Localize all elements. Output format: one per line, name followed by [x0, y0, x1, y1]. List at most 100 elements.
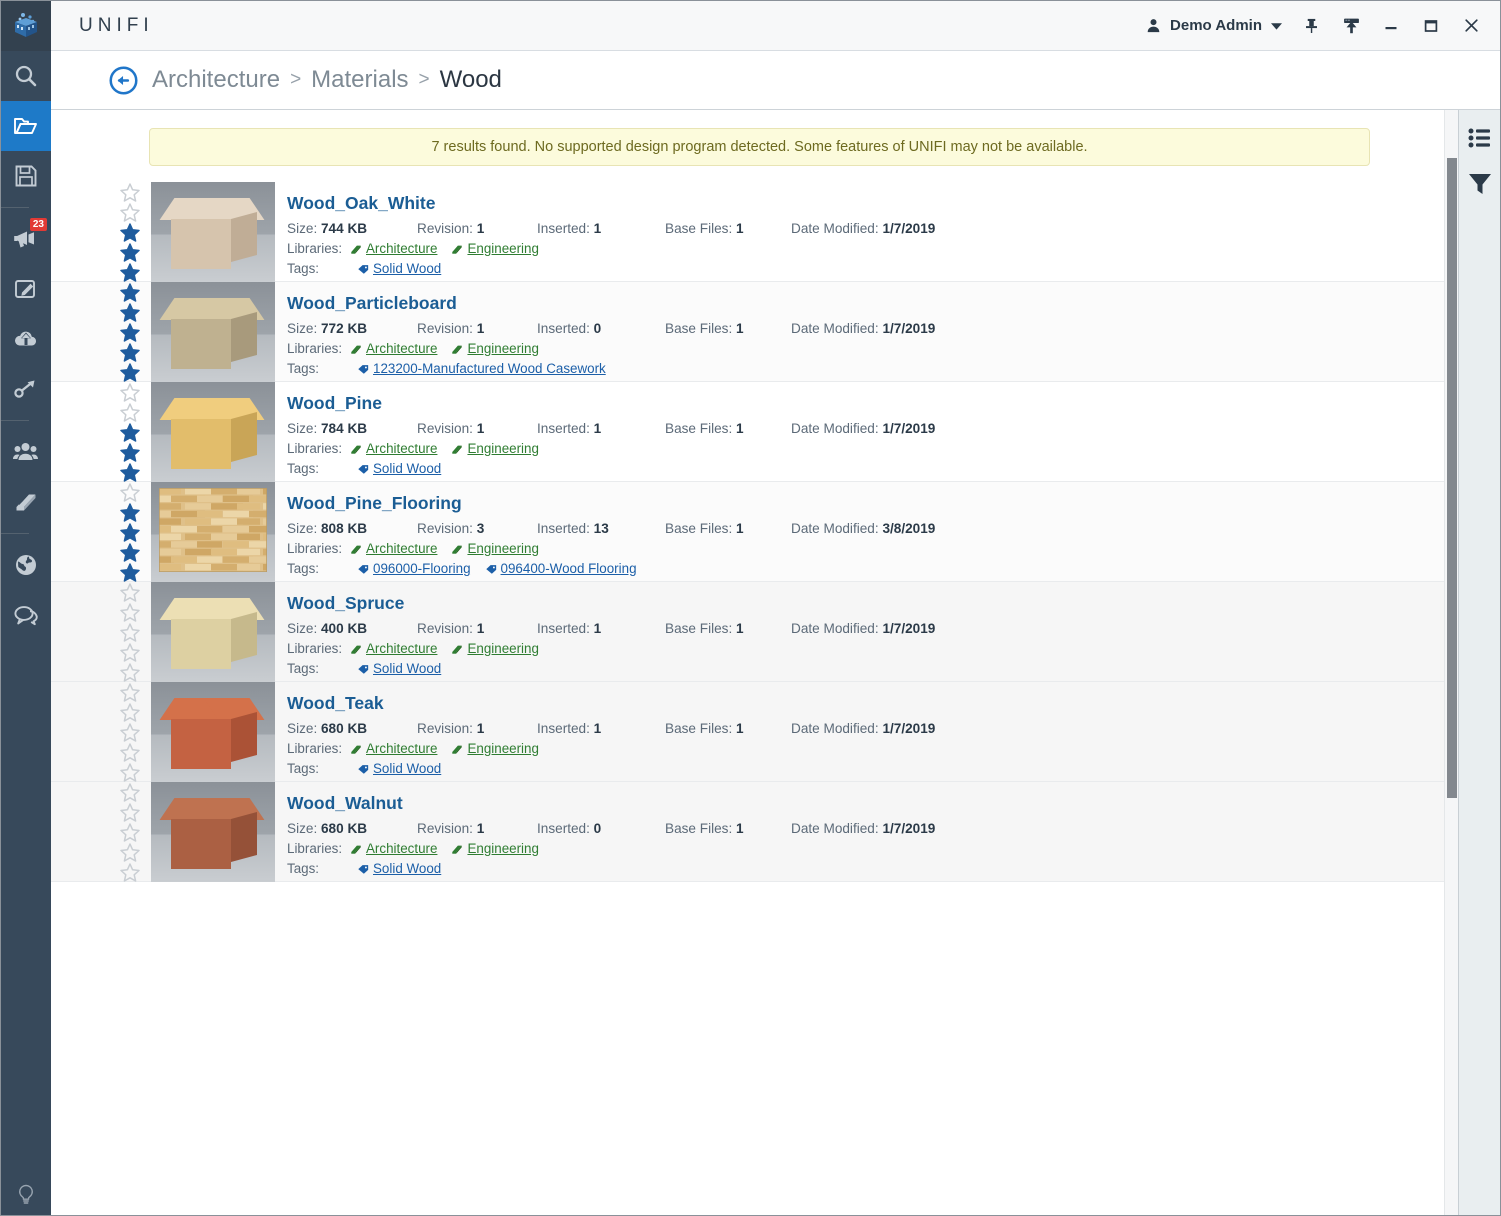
- result-title[interactable]: Wood_Spruce: [287, 593, 1444, 614]
- scrollbar-thumb[interactable]: [1447, 158, 1457, 798]
- rating-star[interactable]: [120, 363, 140, 382]
- library-chip[interactable]: Architecture: [350, 641, 437, 656]
- upload-button[interactable]: [1332, 8, 1370, 44]
- rating-star[interactable]: [120, 283, 140, 302]
- library-chip[interactable]: Engineering: [451, 441, 539, 456]
- result-row[interactable]: Wood_Pine Size: 784 KB Revision: 1 Inser…: [51, 382, 1444, 482]
- rating-star[interactable]: [120, 223, 140, 242]
- sidebar-item-announcements[interactable]: 23: [1, 214, 51, 264]
- rating-star[interactable]: [120, 683, 140, 702]
- rating-star[interactable]: [120, 203, 140, 222]
- library-chip[interactable]: Engineering: [451, 241, 539, 256]
- rating-star[interactable]: [120, 703, 140, 722]
- user-menu[interactable]: Demo Admin: [1138, 13, 1290, 38]
- rating-star[interactable]: [120, 783, 140, 802]
- close-button[interactable]: [1452, 8, 1490, 44]
- rating-star[interactable]: [120, 763, 140, 782]
- maximize-button[interactable]: [1412, 8, 1450, 44]
- sidebar-item-library-manager[interactable]: [1, 477, 51, 527]
- rating-star[interactable]: [120, 463, 140, 482]
- library-chip[interactable]: Engineering: [451, 841, 539, 856]
- tag-chip[interactable]: 096000-Flooring: [357, 561, 471, 576]
- rating-star[interactable]: [120, 443, 140, 462]
- rating-star[interactable]: [120, 863, 140, 882]
- result-title[interactable]: Wood_Walnut: [287, 793, 1444, 814]
- rating-star[interactable]: [120, 663, 140, 682]
- material-thumbnail[interactable]: [151, 382, 275, 482]
- rating-star[interactable]: [120, 323, 140, 342]
- rating-star[interactable]: [120, 383, 140, 402]
- sidebar-item-library[interactable]: [1, 101, 51, 151]
- library-chip[interactable]: Engineering: [451, 541, 539, 556]
- tag-chip[interactable]: 123200-Manufactured Wood Casework: [357, 361, 606, 376]
- minimize-button[interactable]: [1372, 8, 1410, 44]
- library-chip[interactable]: Engineering: [451, 341, 539, 356]
- library-chip[interactable]: Engineering: [451, 741, 539, 756]
- tag-chip[interactable]: Solid Wood: [357, 461, 441, 476]
- material-thumbnail[interactable]: [151, 282, 275, 382]
- result-title[interactable]: Wood_Particleboard: [287, 293, 1444, 314]
- list-view-button[interactable]: [1462, 120, 1498, 156]
- sidebar-item-upload[interactable]: [1, 314, 51, 364]
- rating-stars[interactable]: [109, 682, 151, 782]
- rating-star[interactable]: [120, 643, 140, 662]
- rating-star[interactable]: [120, 743, 140, 762]
- rating-star[interactable]: [120, 263, 140, 282]
- rating-star[interactable]: [120, 543, 140, 562]
- rating-star[interactable]: [120, 603, 140, 622]
- pin-window-button[interactable]: [1292, 8, 1330, 44]
- rating-stars[interactable]: [109, 382, 151, 482]
- result-title[interactable]: Wood_Oak_White: [287, 193, 1444, 214]
- result-row[interactable]: Wood_Walnut Size: 680 KB Revision: 1 Ins…: [51, 782, 1444, 882]
- tag-chip[interactable]: Solid Wood: [357, 261, 441, 276]
- result-title[interactable]: Wood_Teak: [287, 693, 1444, 714]
- breadcrumb-item-architecture[interactable]: Architecture: [152, 66, 280, 94]
- result-row[interactable]: Wood_Teak Size: 680 KB Revision: 1 Inser…: [51, 682, 1444, 782]
- rating-star[interactable]: [120, 823, 140, 842]
- rating-star[interactable]: [120, 803, 140, 822]
- result-row[interactable]: Wood_Particleboard Size: 772 KB Revision…: [51, 282, 1444, 382]
- result-row[interactable]: Wood_Spruce Size: 400 KB Revision: 1 Ins…: [51, 582, 1444, 682]
- material-thumbnail[interactable]: [151, 182, 275, 282]
- tag-chip[interactable]: Solid Wood: [357, 661, 441, 676]
- sidebar-item-tips[interactable]: [1, 1183, 51, 1207]
- library-chip[interactable]: Architecture: [350, 241, 437, 256]
- library-chip[interactable]: Architecture: [350, 741, 437, 756]
- filter-button[interactable]: [1462, 166, 1498, 202]
- sidebar-item-content-edit[interactable]: [1, 264, 51, 314]
- rating-star[interactable]: [120, 343, 140, 362]
- result-row[interactable]: Wood_Oak_White Size: 744 KB Revision: 1 …: [51, 182, 1444, 282]
- sidebar-item-messages[interactable]: [1, 590, 51, 640]
- tag-chip[interactable]: Solid Wood: [357, 861, 441, 876]
- rating-star[interactable]: [120, 483, 140, 502]
- rating-star[interactable]: [120, 243, 140, 262]
- material-thumbnail[interactable]: [151, 682, 275, 782]
- result-row[interactable]: Wood_Pine_Flooring Size: 808 KB Revision…: [51, 482, 1444, 582]
- tag-chip[interactable]: 096400-Wood Flooring: [485, 561, 637, 576]
- rating-star[interactable]: [120, 583, 140, 602]
- rating-star[interactable]: [120, 843, 140, 862]
- sidebar-item-batch-tools[interactable]: [1, 364, 51, 414]
- rating-star[interactable]: [120, 403, 140, 422]
- rating-stars[interactable]: [109, 582, 151, 682]
- breadcrumb-item-materials[interactable]: Materials: [311, 66, 408, 94]
- library-chip[interactable]: Architecture: [350, 841, 437, 856]
- result-title[interactable]: Wood_Pine_Flooring: [287, 493, 1444, 514]
- rating-star[interactable]: [120, 723, 140, 742]
- sidebar-item-saved[interactable]: [1, 151, 51, 201]
- rating-star[interactable]: [120, 303, 140, 322]
- vertical-scrollbar[interactable]: [1444, 110, 1458, 1215]
- library-chip[interactable]: Engineering: [451, 641, 539, 656]
- sidebar-item-search[interactable]: [1, 51, 51, 101]
- rating-star[interactable]: [120, 523, 140, 542]
- sidebar-item-users[interactable]: [1, 427, 51, 477]
- rating-star[interactable]: [120, 563, 140, 582]
- rating-stars[interactable]: [109, 782, 151, 882]
- rating-star[interactable]: [120, 183, 140, 202]
- library-chip[interactable]: Architecture: [350, 441, 437, 456]
- rating-stars[interactable]: [109, 482, 151, 582]
- material-thumbnail[interactable]: [151, 782, 275, 882]
- material-thumbnail[interactable]: [151, 582, 275, 682]
- tag-chip[interactable]: Solid Wood: [357, 761, 441, 776]
- sidebar-item-global[interactable]: [1, 540, 51, 590]
